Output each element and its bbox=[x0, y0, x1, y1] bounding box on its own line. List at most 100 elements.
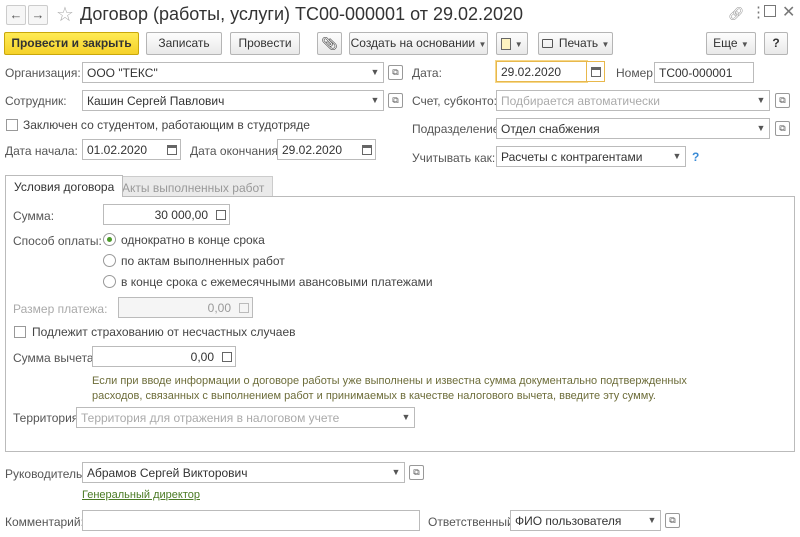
sum-calculator-button[interactable] bbox=[212, 204, 230, 225]
sum-label: Сумма: bbox=[13, 209, 55, 223]
sum-field[interactable]: 30 000,00 bbox=[103, 204, 213, 225]
paperclip-icon: 📎︎ bbox=[321, 36, 338, 51]
organization-open-button[interactable]: ⧉ bbox=[388, 65, 403, 80]
chevron-down-icon: ▼ bbox=[514, 40, 523, 49]
calculator-icon bbox=[216, 210, 226, 220]
employee-label: Сотрудник: bbox=[5, 94, 67, 108]
start-date-label: Дата начала: bbox=[5, 144, 78, 158]
start-date-field[interactable]: 01.02.2020 bbox=[82, 139, 164, 160]
link-icon[interactable]: 🔗︎ bbox=[728, 6, 745, 22]
territory-field[interactable]: Территория для отражения в налоговом уче… bbox=[76, 407, 399, 428]
payment-size-label: Размер платежа: bbox=[13, 302, 108, 316]
employee-dropdown[interactable]: ▼ bbox=[367, 90, 384, 111]
chevron-down-icon: ▼ bbox=[647, 515, 657, 525]
chevron-down-icon: ▼ bbox=[370, 67, 380, 77]
end-date-label: Дата окончания: bbox=[190, 144, 282, 158]
end-date-calendar-button[interactable] bbox=[358, 139, 376, 160]
calendar-icon bbox=[167, 145, 177, 155]
head-open-button[interactable]: ⧉ bbox=[409, 465, 424, 480]
account-field[interactable]: Подбирается автоматически bbox=[496, 90, 754, 111]
post-and-close-button[interactable]: Провести и закрыть bbox=[4, 32, 139, 55]
deduction-hint-line-1: Если при вводе информации о договоре раб… bbox=[92, 375, 687, 387]
document-actions-button[interactable]: ▼ bbox=[496, 32, 528, 55]
account-open-button[interactable]: ⧉ bbox=[775, 93, 790, 108]
start-date-calendar-button[interactable] bbox=[163, 139, 181, 160]
head-position-link[interactable]: Генеральный директор bbox=[82, 489, 200, 501]
open-icon: ⧉ bbox=[669, 515, 676, 525]
department-label: Подразделение: bbox=[412, 122, 503, 136]
payment-size-calculator-button bbox=[235, 297, 253, 318]
tab-contract-terms[interactable]: Условия договора bbox=[5, 175, 124, 197]
post-button[interactable]: Провести bbox=[230, 32, 300, 55]
date-field[interactable]: 29.02.2020 bbox=[496, 61, 587, 82]
deduction-hint-line-2: расходов, связанных с выполнением работ … bbox=[92, 390, 656, 402]
employee-open-button[interactable]: ⧉ bbox=[388, 93, 403, 108]
responsible-dropdown[interactable]: ▼ bbox=[644, 510, 661, 531]
arrow-left-icon: ← bbox=[9, 7, 23, 22]
account-as-dropdown[interactable]: ▼ bbox=[669, 146, 686, 167]
head-label: Руководитель: bbox=[5, 467, 86, 481]
insurance-checkbox[interactable] bbox=[14, 326, 26, 338]
payment-option-acts-radio[interactable] bbox=[103, 254, 116, 267]
comment-field[interactable] bbox=[82, 510, 420, 531]
help-button[interactable]: ? bbox=[764, 32, 788, 55]
open-icon: ⧉ bbox=[413, 467, 420, 477]
forward-button[interactable]: → bbox=[28, 5, 48, 25]
territory-dropdown[interactable]: ▼ bbox=[398, 407, 415, 428]
tab-work-acts[interactable]: Акты выполненных работ bbox=[113, 176, 274, 198]
back-button[interactable]: ← bbox=[6, 5, 26, 25]
organization-dropdown[interactable]: ▼ bbox=[367, 62, 384, 83]
responsible-open-button[interactable]: ⧉ bbox=[665, 513, 680, 528]
open-icon: ⧉ bbox=[392, 95, 399, 105]
payment-option-once-radio[interactable] bbox=[103, 233, 116, 246]
payment-size-field: 0,00 bbox=[118, 297, 236, 318]
chevron-down-icon: ▼ bbox=[478, 40, 487, 49]
insurance-label: Подлежит страхованию от несчастных случа… bbox=[32, 325, 296, 339]
more-button[interactable]: Еще ▼ bbox=[706, 32, 756, 55]
calculator-icon bbox=[239, 303, 249, 313]
create-based-on-label: Создать на основании bbox=[350, 36, 476, 50]
payment-option-monthly-label: в конце срока с ежемесячными авансовыми … bbox=[121, 275, 433, 289]
more-label: Еще bbox=[713, 36, 738, 50]
printer-icon bbox=[541, 39, 553, 49]
deduction-calculator-button[interactable] bbox=[218, 346, 236, 367]
account-label: Счет, субконто: bbox=[412, 94, 497, 108]
number-field[interactable]: ТС00-000001 bbox=[654, 62, 754, 83]
chevron-down-icon: ▼ bbox=[370, 95, 380, 105]
employee-field[interactable]: Кашин Сергей Павлович bbox=[82, 90, 368, 111]
territory-label: Территория: bbox=[13, 411, 82, 425]
account-as-field[interactable]: Расчеты с контрагентами bbox=[496, 146, 670, 167]
document-icon bbox=[501, 37, 512, 50]
head-field[interactable]: Абрамов Сергей Викторович bbox=[82, 462, 389, 483]
print-button[interactable]: Печать ▼ bbox=[538, 32, 613, 55]
date-calendar-button[interactable] bbox=[587, 61, 605, 82]
department-dropdown[interactable]: ▼ bbox=[753, 118, 770, 139]
account-as-help-icon[interactable]: ? bbox=[692, 150, 699, 164]
account-as-label: Учитывать как: bbox=[412, 151, 496, 165]
print-label: Печать bbox=[558, 36, 599, 50]
payment-option-monthly-radio[interactable] bbox=[103, 275, 116, 288]
open-icon: ⧉ bbox=[392, 67, 399, 77]
close-icon[interactable]: ✕ bbox=[782, 2, 795, 22]
save-button[interactable]: Записать bbox=[146, 32, 222, 55]
chevron-down-icon: ▼ bbox=[601, 40, 610, 49]
attach-button[interactable]: 📎︎ bbox=[317, 32, 342, 55]
department-open-button[interactable]: ⧉ bbox=[775, 121, 790, 136]
end-date-field[interactable]: 29.02.2020 bbox=[277, 139, 359, 160]
deduction-field[interactable]: 0,00 bbox=[92, 346, 219, 367]
comment-label: Комментарий: bbox=[5, 515, 84, 529]
organization-field[interactable]: ООО "ТЕКС" bbox=[82, 62, 368, 83]
maximize-icon[interactable] bbox=[764, 5, 776, 17]
student-checkbox[interactable] bbox=[6, 119, 18, 131]
chevron-down-icon: ▼ bbox=[756, 123, 766, 133]
open-icon: ⧉ bbox=[779, 95, 786, 105]
responsible-field[interactable]: ФИО пользователя bbox=[510, 510, 645, 531]
chevron-down-icon: ▼ bbox=[401, 412, 411, 422]
account-dropdown[interactable]: ▼ bbox=[753, 90, 770, 111]
head-dropdown[interactable]: ▼ bbox=[388, 462, 405, 483]
department-field[interactable]: Отдел снабжения bbox=[496, 118, 754, 139]
window-title: Договор (работы, услуги) ТС00-000001 от … bbox=[80, 4, 524, 24]
favorite-star-icon[interactable]: ☆ bbox=[56, 2, 74, 27]
create-based-on-button[interactable]: Создать на основании ▼ bbox=[349, 32, 488, 55]
number-label: Номер: bbox=[616, 66, 657, 80]
